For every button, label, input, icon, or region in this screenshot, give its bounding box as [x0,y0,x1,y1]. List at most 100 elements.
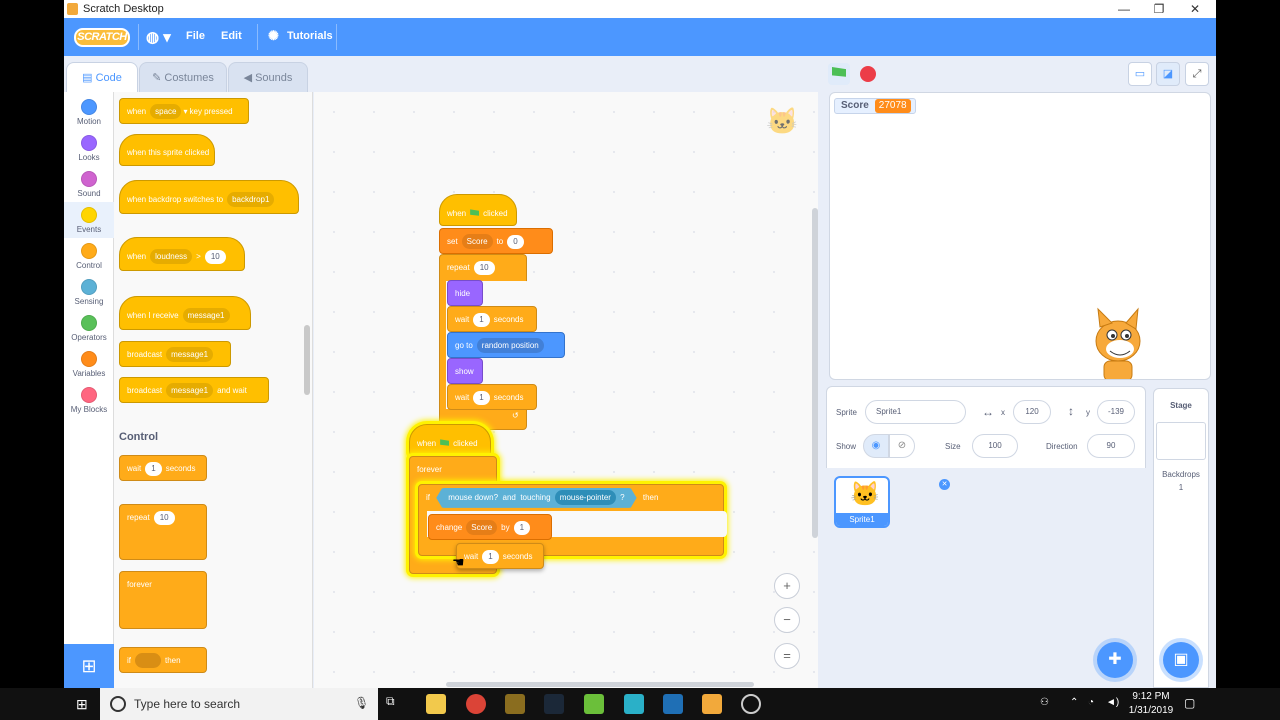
palette-when-i-receive[interactable]: when I receive message1 [119,296,251,330]
palette-when-key-pressed[interactable]: when space ▾ key pressed [119,98,249,124]
y-arrows-icon: ↕ [1068,404,1074,418]
sprite-tile-sprite1[interactable]: 🐱 Sprite1 [834,476,890,528]
globe-icon[interactable]: ◍ ▾ [146,28,171,46]
app-icon[interactable] [505,694,525,714]
dragged-wait-block[interactable]: wait 1 seconds [456,543,544,569]
file-explorer-icon[interactable] [426,694,446,714]
script1-show[interactable]: show [447,358,483,384]
extension-icon: ⊞ [81,656,97,676]
script2-when-flag-clicked[interactable]: when clicked [409,424,491,456]
windows-start-icon[interactable]: ⊞ [76,696,88,713]
palette-when-sprite-clicked[interactable]: when this sprite clicked [119,134,215,166]
cat-sprite[interactable] [1076,305,1156,380]
backdrop-thumbnail [1156,422,1206,460]
stop-button[interactable] [860,66,876,82]
script1-when-flag-clicked[interactable]: when clicked [439,194,517,226]
scratch-app-icon [67,3,78,15]
notifications-icon[interactable]: ▢ [1184,696,1195,710]
delete-sprite-button[interactable]: ✕ [939,479,950,490]
sprite-name-field[interactable]: Sprite1 [865,400,966,424]
scratch-taskbar-icon[interactable] [702,694,722,714]
book-app-icon[interactable] [663,694,683,714]
windows-taskbar: ⊞ Type here to search 🎙 ⧉ ⚇ ⌃ ◔ ◄) 9:12 … [0,688,1280,720]
add-extension-button[interactable]: ⊞ [64,644,114,688]
choose-sprite-button[interactable]: ✚ [1097,642,1133,678]
palette-wait[interactable]: wait 1 seconds [119,455,207,481]
minimize-button[interactable]: — [1109,1,1139,17]
tab-code[interactable]: ▤ Code [66,62,138,94]
palette-broadcast-and-wait[interactable]: broadcast message1 and wait [119,377,269,403]
zoom-out-button[interactable]: − [774,607,800,633]
category-sensing[interactable]: Sensing [64,274,114,310]
script1-hide[interactable]: hide [447,280,483,306]
cat-plus-icon: ✚ [1108,651,1122,668]
taskbar-search[interactable]: Type here to search 🎙 [100,688,378,720]
close-button[interactable]: ✕ [1180,1,1210,17]
chrome-icon[interactable] [466,694,486,714]
palette-broadcast[interactable]: broadcast message1 [119,341,231,367]
direction-field[interactable]: 90 [1087,434,1135,458]
category-variables[interactable]: Variables [64,346,114,382]
n-app-icon[interactable] [624,694,644,714]
category-control[interactable]: Control [64,238,114,274]
workspace-vertical-scrollbar[interactable] [812,208,818,538]
size-label: Size [945,442,961,451]
choose-backdrop-button[interactable]: ▣ [1163,642,1199,678]
show-hidden-toggle[interactable]: ⊘ [889,434,915,458]
fullscreen-button[interactable]: ⤢ [1185,62,1209,86]
show-visible-toggle[interactable]: ◉ [863,434,889,458]
clock-date[interactable]: 1/31/2019 [1126,705,1176,716]
task-view-icon[interactable]: ⧉ [386,694,406,714]
speaker-icon: ◀ [243,72,256,84]
minecraft-icon[interactable] [584,694,604,714]
normal-stage-button[interactable]: ◪ [1156,62,1180,86]
tutorials-button[interactable]: Tutorials [287,30,333,42]
maximize-button[interactable]: ❐ [1144,1,1174,17]
scratch-logo[interactable]: SCRATCH [74,28,130,47]
clock-time[interactable]: 9:12 PM [1130,691,1172,702]
brush-icon: ✎ [152,72,165,84]
tray-expand-icon[interactable]: ⌃ [1070,697,1078,708]
palette-if-then[interactable]: if then [119,647,207,673]
y-position-field[interactable]: -139 [1097,400,1135,424]
palette-when-backdrop-switches[interactable]: when backdrop switches to backdrop1 [119,180,299,214]
script1-wait-1[interactable]: wait 1 seconds [447,306,537,332]
category-menu: Motion Looks Sound Events Control Sensin… [64,92,114,688]
edit-menu[interactable]: Edit [221,30,242,42]
people-icon[interactable]: ⚇ [1040,697,1049,708]
x-position-field[interactable]: 120 [1013,400,1051,424]
and-operator[interactable]: mouse down? and touching mouse-pointer ? [436,488,636,508]
stage-canvas[interactable]: Score 27078 [829,92,1211,380]
wifi-icon[interactable]: ◔ [1088,697,1094,708]
zoom-in-button[interactable]: + [774,573,800,599]
category-events[interactable]: Events [64,202,114,238]
file-menu[interactable]: File [186,30,205,42]
category-motion[interactable]: Motion [64,94,114,130]
script2-change-variable[interactable]: change Score by 1 [428,514,552,540]
green-flag-icon [440,439,450,446]
palette-forever[interactable]: forever [119,571,207,629]
palette-when-loudness[interactable]: when loudness >10 [119,237,245,271]
category-sound[interactable]: Sound [64,166,114,202]
zoom-reset-button[interactable]: = [774,643,800,669]
category-my-blocks[interactable]: My Blocks [64,382,114,418]
palette-repeat[interactable]: repeat 10 [119,504,207,560]
script1-go-to[interactable]: go to random position [447,332,565,358]
category-operators[interactable]: Operators [64,310,114,346]
tab-sounds[interactable]: ◀ Sounds [228,62,308,94]
workspace-horizontal-scrollbar[interactable] [446,682,754,687]
tab-costumes[interactable]: ✎ Costumes [139,62,227,94]
volume-icon[interactable]: ◄) [1106,697,1119,708]
steam-icon[interactable] [544,694,564,714]
palette-scrollbar[interactable] [304,325,310,395]
category-looks[interactable]: Looks [64,130,114,166]
microphone-icon[interactable]: 🎙 [354,696,369,710]
small-stage-button[interactable]: ▭ [1128,62,1152,86]
green-flag-button[interactable] [828,63,850,85]
obs-icon[interactable] [741,694,761,714]
script1-set-variable[interactable]: set Score to 0 [439,228,553,254]
sprite-name-label: Sprite [836,408,857,417]
size-field[interactable]: 100 [972,434,1018,458]
script1-wait-2[interactable]: wait 1 seconds [447,384,537,410]
code-workspace[interactable]: 🐱 when clicked set Score to 0 repeat 10 ↺ hid… [314,92,818,688]
